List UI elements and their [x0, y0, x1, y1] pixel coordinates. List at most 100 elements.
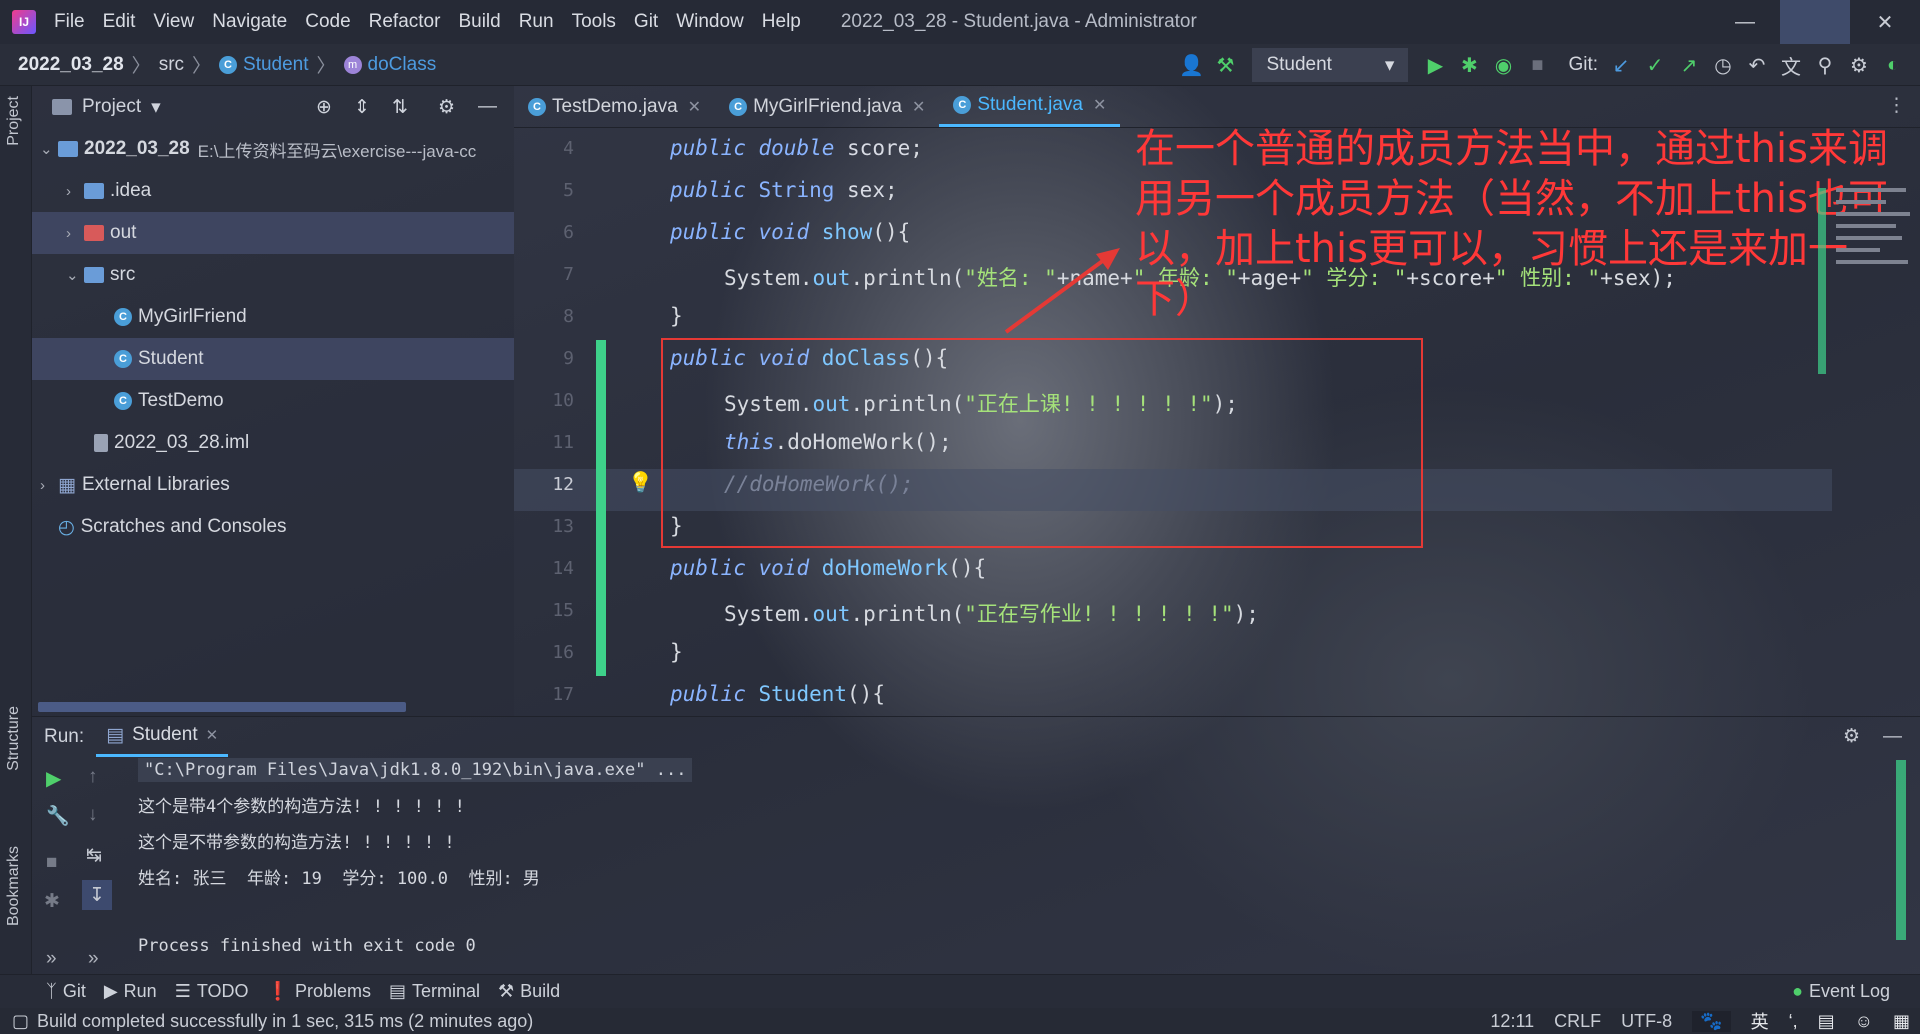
- search-icon[interactable]: ⚲: [1808, 48, 1842, 82]
- tree-item-scratches[interactable]: ◴ Scratches and Consoles: [32, 506, 514, 548]
- vcs-change-marker[interactable]: [596, 340, 606, 676]
- user-icon[interactable]: 👤: [1174, 48, 1208, 82]
- menu-refactor[interactable]: Refactor: [369, 11, 441, 33]
- menu-navigate[interactable]: Navigate: [212, 11, 287, 33]
- scroll-to-end-icon[interactable]: ↧: [82, 880, 112, 910]
- breadcrumb-method[interactable]: doClass: [368, 54, 437, 76]
- more-tabs-icon[interactable]: ⋮: [1887, 94, 1906, 117]
- menu-edit[interactable]: Edit: [103, 11, 136, 33]
- close-icon[interactable]: ✕: [688, 97, 701, 117]
- close-window-button[interactable]: ✕: [1850, 0, 1920, 44]
- chevron-down-icon[interactable]: ▾: [151, 96, 161, 119]
- tree-item-external-libraries[interactable]: › ▦ External Libraries: [32, 464, 514, 506]
- debug-icon[interactable]: ✱: [1452, 48, 1486, 82]
- tree-item-root[interactable]: ⌄ 2022_03_28 E:\上传资料至码云\exercise---java-…: [32, 128, 514, 170]
- debug-bug-icon[interactable]: ✱: [44, 890, 60, 913]
- breadcrumb-class[interactable]: Student: [243, 54, 309, 76]
- hide-panel-icon[interactable]: —: [478, 96, 497, 118]
- build-hammer-icon[interactable]: ⚒: [1208, 48, 1242, 82]
- run-icon[interactable]: ▶: [1418, 48, 1452, 82]
- down-arrow-icon[interactable]: ↓: [88, 804, 98, 826]
- maximize-button[interactable]: [1780, 0, 1850, 44]
- todo-tool-button[interactable]: ☰ TODO: [175, 981, 249, 1002]
- minimize-button[interactable]: —: [1710, 0, 1780, 44]
- close-icon[interactable]: ✕: [912, 97, 925, 117]
- git-push-icon[interactable]: ↗: [1672, 48, 1706, 82]
- project-tool-tab[interactable]: Project: [5, 96, 23, 146]
- menu-tools[interactable]: Tools: [572, 11, 616, 33]
- git-update-icon[interactable]: ↙: [1604, 48, 1638, 82]
- run-console[interactable]: "C:\Program Files\Java\jdk1.8.0_192\bin\…: [130, 756, 1906, 974]
- event-log-button[interactable]: ● Event Log: [1792, 981, 1890, 1002]
- run-tab-student[interactable]: ▤ Student ✕: [96, 717, 229, 757]
- soft-wrap-icon[interactable]: ↹: [86, 844, 102, 867]
- ime-user-icon[interactable]: ☺: [1855, 1011, 1873, 1032]
- menu-run[interactable]: Run: [519, 11, 554, 33]
- rerun-icon[interactable]: ▶: [46, 766, 61, 791]
- ime-language[interactable]: 英: [1751, 1008, 1769, 1034]
- structure-tool-tab[interactable]: Structure: [5, 706, 23, 771]
- breadcrumb-project[interactable]: 2022_03_28: [18, 54, 124, 76]
- tree-item-src[interactable]: ⌄ src: [32, 254, 514, 296]
- tab-mygirlfriend[interactable]: C MyGirlFriend.java ✕: [715, 86, 939, 127]
- tree-item-out[interactable]: › out: [32, 212, 514, 254]
- run-settings-gear-icon[interactable]: ⚙: [1843, 725, 1860, 748]
- run-tool-button[interactable]: ▶ Run: [104, 981, 157, 1002]
- menu-code[interactable]: Code: [305, 11, 350, 33]
- stop-icon[interactable]: ■: [46, 852, 57, 874]
- translate-icon[interactable]: 文: [1774, 48, 1808, 82]
- ime-grid-icon[interactable]: ▦: [1893, 1011, 1910, 1032]
- hide-panel-icon[interactable]: —: [1883, 726, 1902, 748]
- terminal-tool-button[interactable]: ▤ Terminal: [389, 981, 480, 1002]
- bookmarks-tool-tab[interactable]: Bookmarks: [5, 846, 23, 926]
- ime-keyboard-icon[interactable]: ▤: [1818, 1011, 1835, 1032]
- up-arrow-icon[interactable]: ↑: [88, 766, 98, 788]
- editor-vertical-scrollbar[interactable]: [1812, 128, 1826, 716]
- status-panel-icon[interactable]: ▢: [12, 1011, 29, 1032]
- menu-view[interactable]: View: [153, 11, 194, 33]
- status-message[interactable]: Build completed successfully in 1 sec, 3…: [37, 1011, 533, 1032]
- tree-item-mygirlfriend[interactable]: C MyGirlFriend: [32, 296, 514, 338]
- line-separator[interactable]: CRLF: [1554, 1011, 1601, 1032]
- breadcrumb-src[interactable]: src: [159, 54, 184, 76]
- rollback-icon[interactable]: ↶: [1740, 48, 1774, 82]
- caret-position[interactable]: 12:11: [1490, 1011, 1534, 1032]
- coverage-icon[interactable]: ◉: [1486, 48, 1520, 82]
- tree-item-student[interactable]: C Student: [32, 338, 514, 380]
- problems-tool-button[interactable]: ❗ Problems: [267, 981, 371, 1002]
- ime-paw-icon[interactable]: 🐾: [1692, 1010, 1731, 1032]
- wrench-icon[interactable]: 🔧: [46, 804, 70, 828]
- tree-item-testdemo[interactable]: C TestDemo: [32, 380, 514, 422]
- more-icon[interactable]: »: [88, 948, 99, 970]
- horizontal-scrollbar[interactable]: [38, 702, 406, 712]
- locate-icon[interactable]: ⊕: [316, 96, 332, 119]
- ime-punctuation-icon[interactable]: ‘,: [1789, 1011, 1798, 1032]
- run-config-select[interactable]: Student ▾: [1252, 48, 1409, 82]
- console-scrollbar[interactable]: [1896, 760, 1906, 940]
- more-icon[interactable]: »: [46, 948, 57, 970]
- menu-git[interactable]: Git: [634, 11, 658, 33]
- plugin-icon[interactable]: ◐: [1876, 48, 1910, 82]
- close-icon[interactable]: ✕: [206, 726, 219, 744]
- tree-item-iml[interactable]: 2022_03_28.iml: [32, 422, 514, 464]
- close-icon[interactable]: ✕: [1093, 95, 1106, 115]
- panel-settings-gear-icon[interactable]: ⚙: [438, 96, 455, 119]
- menu-help[interactable]: Help: [762, 11, 801, 33]
- file-encoding[interactable]: UTF-8: [1621, 1011, 1672, 1032]
- minimap[interactable]: [1836, 128, 1920, 318]
- settings-gear-icon[interactable]: ⚙: [1842, 48, 1876, 82]
- menu-build[interactable]: Build: [458, 11, 500, 33]
- git-commit-icon[interactable]: ✓: [1638, 48, 1672, 82]
- tree-item-idea[interactable]: › .idea: [32, 170, 514, 212]
- build-tool-button[interactable]: ⚒ Build: [498, 981, 560, 1002]
- expand-all-icon[interactable]: ⇕: [354, 96, 370, 119]
- git-tool-button[interactable]: ᛉ Git: [46, 981, 86, 1002]
- project-panel-title[interactable]: Project: [82, 96, 141, 118]
- history-icon[interactable]: ◷: [1706, 48, 1740, 82]
- tab-student[interactable]: C Student.java ✕: [939, 86, 1121, 127]
- menu-window[interactable]: Window: [676, 11, 744, 33]
- tab-testdemo[interactable]: C TestDemo.java ✕: [514, 86, 715, 127]
- menu-file[interactable]: File: [54, 11, 85, 33]
- stop-icon[interactable]: ■: [1520, 48, 1554, 82]
- collapse-all-icon[interactable]: ⇅: [392, 96, 408, 119]
